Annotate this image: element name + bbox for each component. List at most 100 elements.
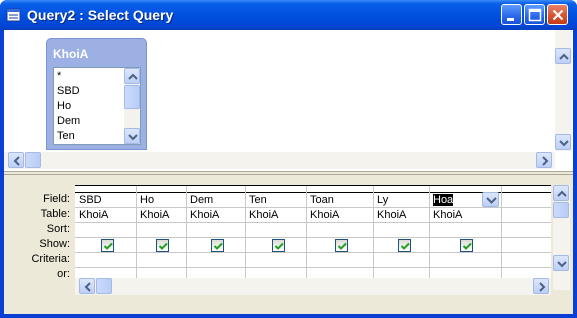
lower-vertical-scrollbar[interactable] — [553, 185, 570, 290]
show-checkbox[interactable] — [460, 239, 473, 252]
minimize-icon — [507, 18, 514, 21]
checkmark-icon — [462, 242, 472, 250]
checkmark-icon — [213, 242, 223, 250]
show-checkbox[interactable] — [156, 239, 169, 252]
row-label-field: Field: — [43, 193, 70, 205]
show-checkbox[interactable] — [398, 239, 411, 252]
grid-line — [75, 267, 551, 268]
field-list-window[interactable]: KhoiA * SBD Ho Dem Ten — [46, 38, 147, 150]
upper-vertical-scrollbar[interactable] — [555, 30, 572, 151]
chevron-down-icon — [128, 134, 138, 141]
field-list-item[interactable]: Dem — [57, 115, 80, 128]
scroll-thumb[interactable] — [25, 152, 41, 168]
design-grid-pane: Field: Table: Sort: Show: Criteria: or: — [4, 177, 573, 314]
chevron-left-icon — [84, 282, 91, 292]
field-cell[interactable]: Ly — [377, 193, 388, 207]
scroll-down-button[interactable] — [555, 134, 571, 150]
field-cell[interactable]: Ten — [249, 193, 267, 207]
field-cell[interactable]: Dem — [190, 193, 213, 207]
minimize-button[interactable] — [501, 4, 522, 25]
row-label-show: Show: — [39, 238, 70, 250]
field-list-item[interactable]: * — [57, 70, 61, 83]
scroll-left-button[interactable] — [8, 152, 24, 168]
row-label-table: Table: — [40, 208, 70, 220]
column-divider — [245, 186, 246, 291]
column-divider — [429, 186, 430, 291]
query-icon[interactable] — [6, 7, 22, 23]
query-window: Query2 : Select Query KhoiA * SBD Ho Dem… — [0, 0, 577, 318]
column-divider — [501, 186, 502, 291]
checkmark-icon — [337, 242, 347, 250]
column-divider — [136, 186, 137, 291]
scroll-left-button[interactable] — [79, 278, 95, 294]
field-cell-selected[interactable]: Hoa — [433, 193, 454, 207]
scroll-right-button[interactable] — [536, 152, 552, 168]
title-bar[interactable]: Query2 : Select Query — [0, 0, 577, 30]
column-divider — [306, 186, 307, 291]
scroll-right-button[interactable] — [533, 278, 549, 294]
pane-splitter[interactable] — [4, 171, 573, 175]
field-cell[interactable]: SBD — [79, 193, 102, 207]
column-divider — [373, 186, 374, 291]
maximize-button[interactable] — [524, 4, 545, 25]
chevron-up-icon — [559, 53, 569, 60]
row-label-sort: Sort: — [46, 223, 70, 235]
chevron-up-icon — [557, 190, 567, 197]
field-dropdown-button[interactable] — [482, 192, 499, 207]
show-checkbox[interactable] — [211, 239, 224, 252]
scroll-thumb[interactable] — [96, 278, 112, 294]
chevron-down-icon — [559, 140, 569, 147]
field-list-item[interactable]: Ho — [57, 100, 71, 113]
upper-horizontal-scrollbar[interactable] — [4, 152, 555, 169]
scroll-thumb[interactable] — [124, 85, 140, 109]
chevron-right-icon — [539, 282, 546, 292]
table-cell[interactable]: KhoiA — [79, 208, 108, 222]
maximize-icon — [528, 8, 542, 22]
lower-horizontal-scrollbar[interactable] — [75, 278, 551, 295]
table-cell[interactable]: KhoiA — [140, 208, 169, 222]
checkmark-icon — [274, 242, 284, 250]
table-cell[interactable]: KhoiA — [190, 208, 219, 222]
table-pane[interactable]: KhoiA * SBD Ho Dem Ten — [4, 30, 573, 171]
show-checkbox[interactable] — [101, 239, 114, 252]
field-list-item[interactable]: SBD — [57, 85, 80, 98]
table-cell[interactable]: KhoiA — [310, 208, 339, 222]
scroll-up-button[interactable] — [553, 185, 569, 201]
column-divider — [186, 186, 187, 291]
row-label-or: or: — [57, 268, 70, 280]
grid-line — [75, 237, 551, 238]
design-grid[interactable]: SBD Ho Dem Ten Toan Ly Hoa KhoiA KhoiA K… — [75, 185, 551, 291]
close-icon — [552, 9, 564, 21]
table-cell[interactable]: KhoiA — [433, 208, 462, 222]
scroll-down-button[interactable] — [553, 255, 569, 271]
chevron-down-icon — [557, 261, 567, 268]
field-list-item[interactable]: Ten — [57, 130, 75, 143]
field-list-title[interactable]: KhoiA — [53, 47, 88, 61]
grid-line — [75, 222, 551, 223]
field-cell[interactable]: Toan — [310, 193, 334, 207]
chevron-left-icon — [13, 156, 20, 166]
row-label-criteria: Criteria: — [31, 253, 70, 265]
chevron-down-icon — [486, 197, 497, 204]
scroll-down-button[interactable] — [124, 128, 140, 144]
scroll-thumb[interactable] — [553, 202, 569, 218]
scroll-up-button[interactable] — [124, 68, 140, 84]
chevron-right-icon — [542, 156, 549, 166]
close-button[interactable] — [547, 4, 568, 25]
field-list-scrollbar[interactable] — [124, 68, 140, 144]
scroll-up-button[interactable] — [555, 48, 571, 64]
table-cell[interactable]: KhoiA — [377, 208, 406, 222]
table-cell[interactable]: KhoiA — [249, 208, 278, 222]
checkmark-icon — [158, 242, 168, 250]
checkmark-icon — [400, 242, 410, 250]
show-checkbox[interactable] — [335, 239, 348, 252]
window-title: Query2 : Select Query — [27, 7, 174, 23]
checkmark-icon — [103, 242, 113, 250]
chevron-up-icon — [128, 73, 138, 80]
show-checkbox[interactable] — [272, 239, 285, 252]
selected-field-text[interactable]: Hoa — [433, 194, 454, 206]
grid-line — [75, 252, 551, 253]
field-cell[interactable]: Ho — [140, 193, 154, 207]
query-design-frame: KhoiA * SBD Ho Dem Ten Field: Table: Sor… — [4, 30, 573, 314]
field-list[interactable]: * SBD Ho Dem Ten — [53, 67, 141, 145]
